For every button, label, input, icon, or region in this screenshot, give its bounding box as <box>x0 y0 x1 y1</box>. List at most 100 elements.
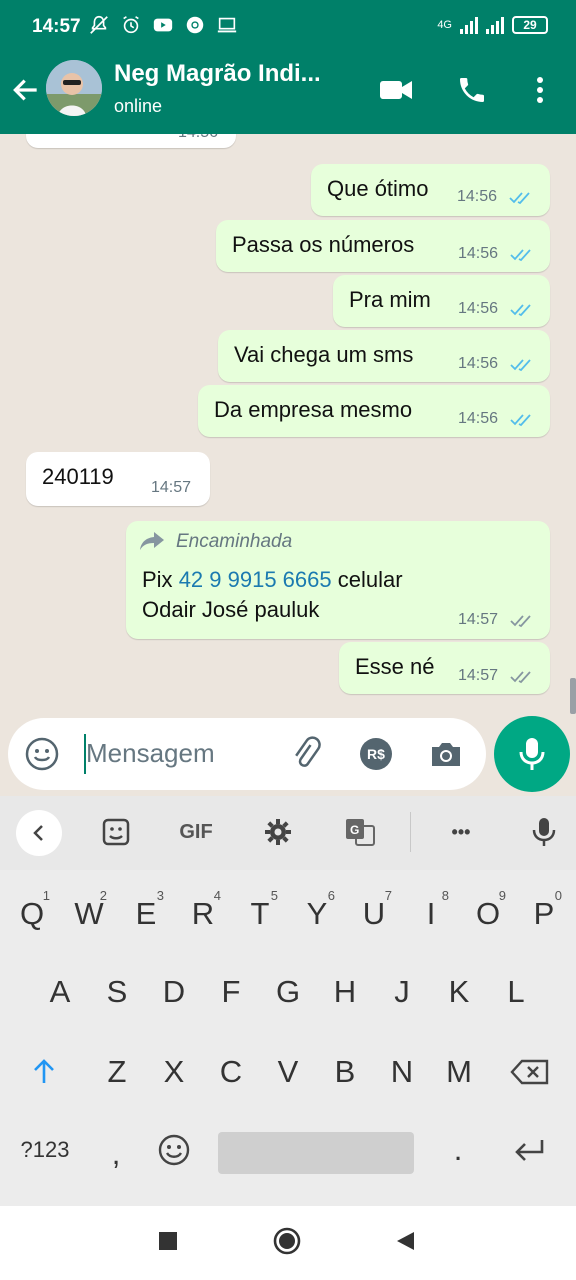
read-receipt-icon <box>510 359 531 372</box>
message-input-box[interactable]: Mensagem R$ <box>8 718 486 790</box>
space-key[interactable] <box>218 1132 414 1174</box>
key-j[interactable]: J <box>376 962 428 1022</box>
notifications-off-icon <box>90 15 108 34</box>
alarm-icon <box>123 16 139 34</box>
recent-apps-icon[interactable] <box>159 1232 177 1250</box>
attach-icon[interactable] <box>288 736 324 772</box>
message-text-line2: Odair José pauluk <box>142 597 320 622</box>
phone-call-icon[interactable] <box>454 74 490 106</box>
chrome-icon <box>186 16 204 34</box>
key-x[interactable]: X <box>148 1042 200 1102</box>
chat-header: Neg Magrão Indi... online <box>0 56 576 134</box>
enter-key[interactable] <box>500 1120 558 1180</box>
key-e[interactable]: E3 <box>120 884 172 944</box>
forwarded-message-bubble[interactable]: Encaminhada Pix 42 9 9915 6665 celular O… <box>126 521 550 639</box>
message-time: 14:56 <box>458 245 499 262</box>
gif-button[interactable]: GIF <box>174 814 218 850</box>
translate-button[interactable]: G <box>342 814 378 850</box>
camera-icon[interactable] <box>428 736 464 772</box>
voice-message-button[interactable] <box>494 716 570 792</box>
key-s[interactable]: S <box>91 962 143 1022</box>
more-options-icon[interactable] <box>522 74 558 106</box>
key-d[interactable]: D <box>148 962 200 1022</box>
key-r[interactable]: R4 <box>177 884 229 944</box>
gear-icon <box>265 819 291 845</box>
key-w[interactable]: W2 <box>63 884 115 944</box>
translate-icon: G <box>346 819 375 846</box>
emoji-icon[interactable] <box>24 736 60 772</box>
back-arrow-icon[interactable] <box>10 74 42 106</box>
message-bubble-incoming[interactable]: 240119 14:57 <box>26 452 210 506</box>
key-c[interactable]: C <box>205 1042 257 1102</box>
key-p[interactable]: P0 <box>518 884 570 944</box>
message-time: 14:57 <box>151 479 192 496</box>
key-l[interactable]: L <box>490 962 542 1022</box>
back-nav-icon[interactable] <box>394 1230 416 1252</box>
period-key[interactable]: . <box>432 1120 484 1180</box>
message-time: 14:56 <box>458 355 499 372</box>
network-type: 4G <box>437 19 452 31</box>
contact-name[interactable]: Neg Magrão Indi... <box>114 60 321 88</box>
system-nav-bar <box>0 1206 576 1280</box>
key-t[interactable]: T5 <box>234 884 286 944</box>
key-o[interactable]: O9 <box>462 884 514 944</box>
key-h[interactable]: H <box>319 962 371 1022</box>
chat-scrollbar[interactable] <box>570 678 576 714</box>
key-f[interactable]: F <box>205 962 257 1022</box>
key-i[interactable]: I8 <box>405 884 457 944</box>
key-k[interactable]: K <box>433 962 485 1022</box>
chat-area[interactable]: 14:56 Que ótimo 14:56 Passa os números 1… <box>0 134 576 714</box>
keyboard-toolbar: GIF G ••• <box>0 796 576 870</box>
phone-number-link[interactable]: 42 9 9915 6665 <box>179 567 332 592</box>
message-bubble[interactable]: Que ótimo 14:56 <box>311 164 550 216</box>
key-z[interactable]: Z <box>91 1042 143 1102</box>
key-q[interactable]: Q1 <box>6 884 58 944</box>
backspace-key[interactable] <box>502 1042 558 1102</box>
key-u[interactable]: U7 <box>348 884 400 944</box>
home-icon[interactable] <box>272 1226 302 1256</box>
delivered-receipt-icon <box>510 615 531 628</box>
status-bar: 14:57 4G 29 <box>0 0 576 56</box>
payment-icon[interactable]: R$ <box>360 738 392 770</box>
key-n[interactable]: N <box>376 1042 428 1102</box>
comma-key[interactable]: , <box>90 1124 142 1184</box>
shift-key[interactable] <box>18 1042 70 1102</box>
more-button[interactable]: ••• <box>440 814 482 850</box>
backspace-icon <box>510 1059 549 1085</box>
message-time: 14:56 <box>458 410 499 427</box>
key-v[interactable]: V <box>262 1042 314 1102</box>
key-g[interactable]: G <box>262 962 314 1022</box>
message-text-prefix: Pix <box>142 567 173 592</box>
key-a[interactable]: A <box>34 962 86 1022</box>
message-bubble[interactable]: Vai chega um sms 14:56 <box>218 330 550 382</box>
signal-icon <box>460 16 478 34</box>
youtube-icon <box>153 18 173 32</box>
message-text: Passa os números <box>232 232 415 257</box>
voice-input-button[interactable] <box>528 814 560 850</box>
microphone-icon <box>532 818 556 846</box>
read-receipt-icon <box>510 304 531 317</box>
contact-avatar[interactable] <box>46 60 102 116</box>
smiley-icon <box>158 1134 190 1166</box>
message-bubble[interactable]: Passa os números 14:56 <box>216 220 550 272</box>
settings-button[interactable] <box>260 814 296 850</box>
key-b[interactable]: B <box>319 1042 371 1102</box>
enter-icon <box>515 1140 544 1161</box>
video-call-icon[interactable] <box>378 74 414 106</box>
key-m[interactable]: M <box>433 1042 485 1102</box>
read-receipt-icon <box>510 249 531 262</box>
message-bubble-partial[interactable]: 14:56 <box>26 134 236 148</box>
key-y[interactable]: Y6 <box>291 884 343 944</box>
message-time: 14:56 <box>458 300 499 317</box>
message-text: Pra mim <box>349 287 431 312</box>
message-bubble[interactable]: Da empresa mesmo 14:56 <box>198 385 550 437</box>
sticker-button[interactable] <box>98 814 134 850</box>
message-bubble[interactable]: Pra mim 14:56 <box>333 275 550 327</box>
emoji-key[interactable] <box>148 1120 200 1180</box>
contact-status: online <box>114 96 163 116</box>
keyboard-collapse-button[interactable] <box>16 810 62 856</box>
message-input[interactable]: Mensagem <box>86 738 215 769</box>
symbols-key[interactable]: ?123 <box>8 1120 82 1180</box>
message-bubble[interactable]: Esse né 14:57 <box>339 642 550 694</box>
message-time: 14:56 <box>178 134 218 142</box>
